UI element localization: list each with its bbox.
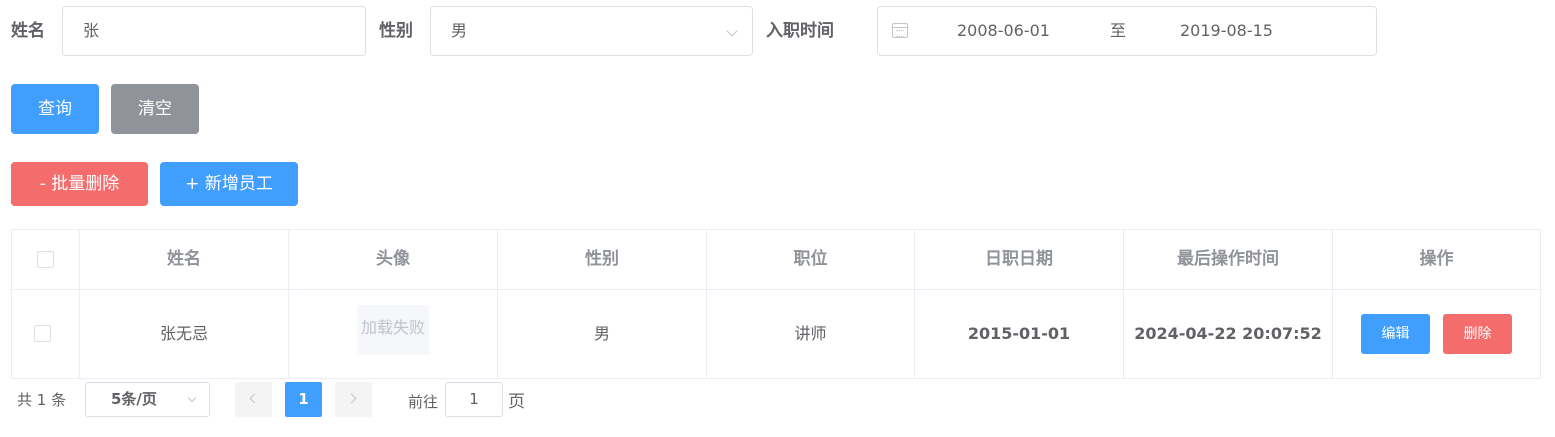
table-row-select-cell: [12, 290, 80, 378]
table-header-last-operate-time: 最后操作时间: [1124, 230, 1333, 290]
prev-page-button[interactable]: [235, 382, 272, 417]
cell-gender: 男: [498, 290, 707, 378]
cell-actions: 编辑 删除: [1333, 290, 1540, 378]
table-header-select: [12, 230, 80, 290]
next-page-button[interactable]: [335, 382, 372, 417]
name-label: 姓名: [11, 21, 45, 41]
page-size-value: 5条/页: [111, 390, 157, 408]
goto-prefix: 前往: [408, 393, 439, 411]
date-start-input[interactable]: 2008-06-01: [957, 7, 1050, 55]
entry-date-range-picker[interactable]: 2008-06-01 至 2019-08-15: [877, 6, 1377, 56]
chevron-right-icon: [346, 393, 357, 404]
table-header-actions: 操作: [1333, 230, 1540, 290]
row-checkbox[interactable]: [34, 325, 51, 342]
cell-avatar: 加载失败: [289, 290, 498, 378]
gender-select-value: 男: [451, 21, 468, 40]
employee-table: 姓名 头像 性别 职位 日职日期 最后操作时间 操作 张无忌 加载失败 男 讲师…: [11, 229, 1541, 379]
query-button[interactable]: 查询: [11, 84, 99, 134]
chevron-down-icon: [187, 393, 197, 403]
cell-name: 张无忌: [80, 290, 289, 378]
date-range-separator: 至: [1110, 21, 1127, 40]
add-employee-button[interactable]: + 新增员工: [160, 162, 298, 206]
chevron-left-icon: [249, 393, 260, 404]
name-input[interactable]: 张: [62, 6, 366, 56]
name-input-value: 张: [83, 21, 100, 40]
edit-button[interactable]: 编辑: [1361, 314, 1430, 354]
avatar-load-failed: 加载失败: [357, 305, 429, 355]
table-header-gender: 性别: [498, 230, 707, 290]
cell-last-operate-time: 2024-04-22 20:07:52: [1124, 290, 1333, 378]
entry-date-label: 入职时间: [766, 21, 834, 41]
calendar-icon: [892, 23, 908, 38]
chevron-down-icon: [726, 25, 738, 37]
gender-label: 性别: [379, 21, 413, 41]
batch-delete-button[interactable]: - 批量删除: [11, 162, 148, 206]
cell-position: 讲师: [707, 290, 915, 378]
gender-select[interactable]: 男: [430, 6, 753, 56]
goto-suffix: 页: [508, 392, 525, 412]
cell-entry-date: 2015-01-01: [915, 290, 1124, 378]
page-number-current[interactable]: 1: [285, 382, 322, 417]
table-header-avatar: 头像: [289, 230, 498, 290]
pagination-total: 共 1 条: [17, 391, 67, 409]
date-end-input[interactable]: 2019-08-15: [1180, 7, 1273, 55]
table-header-position: 职位: [707, 230, 915, 290]
table-header-name: 姓名: [80, 230, 289, 290]
table-header-entry-date: 日职日期: [915, 230, 1124, 290]
page-size-select[interactable]: 5条/页: [85, 382, 210, 417]
clear-button[interactable]: 清空: [111, 84, 199, 134]
goto-page-input[interactable]: 1: [445, 382, 503, 417]
select-all-checkbox[interactable]: [37, 251, 54, 268]
delete-button[interactable]: 删除: [1443, 314, 1512, 354]
